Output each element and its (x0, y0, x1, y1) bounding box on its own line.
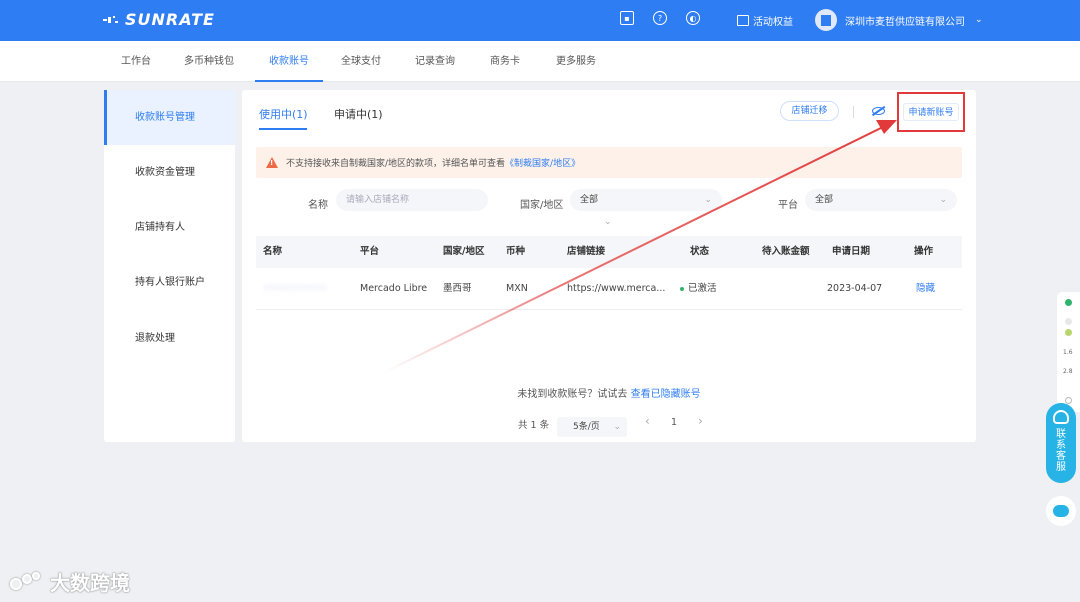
nav-item-workbench[interactable]: 工作台 (121, 41, 151, 82)
nav-item-more-services[interactable]: 更多服务 (556, 41, 596, 82)
cell-shop-link: https://www.merca... (567, 283, 666, 294)
hide-account-button[interactable]: 隐藏 (916, 268, 935, 310)
pagination-total: 共 1 条 (518, 420, 550, 431)
view-hidden-accounts-link[interactable]: 查看已隐藏账号 (631, 389, 701, 400)
company-building-icon (815, 9, 837, 31)
tab-underline (259, 128, 307, 130)
platform-filter-label: 平台 (778, 200, 798, 211)
column-header: 平台 (360, 246, 380, 257)
company-name: 深圳市麦哲供应链有限公司 (845, 16, 965, 28)
empty-hint-text: 未找到收款账号？试试去 (517, 389, 628, 400)
chevron-down-icon: ⌄ (975, 15, 983, 25)
logo-mark-icon (103, 13, 121, 27)
sidebar-item-fund-management[interactable]: 收款资金管理 (104, 145, 235, 200)
warning-icon (266, 157, 278, 168)
top-bar: SUNRATE ▪ ? ◐ 活动权益 深圳市麦哲供应链有限公司 ⌄ (0, 0, 1080, 41)
cell-platform: Mercado Libre (360, 283, 428, 294)
main-panel: 使用中(1) 申请中(1) 店铺迁移 申请新账号 不支持接收来自制裁国家/地区的… (242, 90, 976, 442)
empty-hint: 未找到收款账号？试试去 查看已隐藏账号 (242, 385, 976, 400)
shop-name-input[interactable]: 请输入店铺名称 (336, 189, 488, 211)
column-header: 国家/地区 (443, 246, 485, 257)
platform-select[interactable]: 全部 ⌄ (805, 189, 957, 211)
column-header: 待入账金额 (762, 246, 810, 257)
headset-icon (1053, 410, 1069, 424)
chat-button[interactable] (1046, 496, 1076, 526)
activity-button[interactable]: 活动权益 (737, 13, 793, 28)
sidebar-item-holder-bank-account[interactable]: 持有人银行账户 (104, 255, 235, 310)
column-header: 店铺链接 (567, 246, 606, 257)
country-select-value: 全部 (580, 195, 599, 205)
nav-item-receiving-account[interactable]: 收款账号 (255, 41, 323, 82)
help-icon[interactable]: ? (653, 11, 667, 25)
globe-icon[interactable]: ◐ (686, 11, 700, 25)
sidebar: 收款账号管理 收款资金管理 店铺持有人 持有人银行账户 退款处理 (104, 90, 235, 442)
status-text: 已激活 (688, 283, 717, 294)
chevron-down-icon: ⌄ (613, 422, 621, 432)
page-number-button[interactable]: 1 (671, 417, 677, 428)
apply-new-account-button[interactable]: 申请新账号 (903, 103, 959, 121)
sidebar-item-refund[interactable]: 退款处理 (104, 311, 235, 366)
stat-value: 2.8 (1063, 368, 1073, 375)
eye-hidden-icon[interactable] (872, 107, 885, 115)
expand-filters-icon[interactable]: ⌄ (604, 217, 612, 227)
prev-page-button[interactable]: ‹ (645, 414, 650, 428)
watermark-logo-icon (8, 571, 46, 592)
main-nav: 工作台 多币种钱包 收款账号 全球支付 记录查询 商务卡 更多服务 (0, 41, 1080, 82)
logo-text: SUNRATE (125, 10, 215, 29)
contact-support-label: 联系客服 (1056, 429, 1066, 473)
column-header: 操作 (914, 246, 934, 257)
nav-item-global-payment[interactable]: 全球支付 (341, 41, 381, 82)
divider (853, 106, 854, 118)
watermark: 大数跨境 (8, 567, 130, 596)
nav-item-business-card[interactable]: 商务卡 (490, 41, 520, 82)
table-row: ····················· Mercado Libre 墨西哥 … (256, 268, 962, 310)
stat-value: 1.6 (1063, 349, 1073, 356)
tab-applying[interactable]: 申请中(1) (334, 106, 383, 122)
next-page-button[interactable]: › (698, 414, 703, 428)
table-header: 名称 平台 国家/地区 币种 店铺链接 状态 待入账金额 申请日期 操作 (256, 236, 962, 268)
status-grey-icon (1065, 318, 1072, 325)
nav-item-wallet[interactable]: 多币种钱包 (184, 41, 234, 82)
chat-bubble-icon (1053, 505, 1069, 517)
sidebar-item-account-management[interactable]: 收款账号管理 (104, 90, 235, 145)
chevron-down-icon: ⌄ (939, 195, 947, 205)
apply-button-highlight: 申请新账号 (897, 92, 965, 132)
cell-country: 墨西哥 (443, 283, 472, 294)
floating-toolbar: 1.6 2.8 (1057, 292, 1080, 412)
cell-currency: MXN (506, 283, 528, 294)
status-green-icon (1065, 299, 1072, 306)
activity-label: 活动权益 (753, 17, 793, 28)
column-header: 申请日期 (832, 246, 871, 257)
company-switcher[interactable]: 深圳市麦哲供应链有限公司 ⌄ (815, 9, 983, 31)
sanction-list-link[interactable]: 《制裁国家/地区》 (505, 156, 580, 169)
tab-in-use[interactable]: 使用中(1) (259, 106, 308, 122)
column-header: 状态 (690, 246, 710, 257)
chevron-down-icon: ⌄ (704, 195, 712, 205)
watermark-text: 大数跨境 (50, 571, 130, 595)
page-size-value: 5条/页 (573, 422, 600, 432)
column-header: 币种 (506, 246, 526, 257)
column-header: 名称 (263, 246, 283, 257)
country-filter-label: 国家/地区 (520, 200, 564, 211)
logo[interactable]: SUNRATE (103, 10, 215, 29)
status-dot (680, 286, 684, 291)
country-select[interactable]: 全部 ⌄ (570, 189, 722, 211)
platform-select-value: 全部 (815, 195, 834, 205)
calendar-icon[interactable]: ▪ (620, 11, 634, 25)
header-icons: ▪ ? ◐ (620, 11, 700, 25)
sidebar-item-shop-holder[interactable]: 店铺持有人 (104, 200, 235, 255)
shop-migrate-button[interactable]: 店铺迁移 (780, 101, 839, 121)
contact-support-button[interactable]: 联系客服 (1046, 403, 1076, 483)
sanction-warning: 不支持接收来自制裁国家/地区的款项，详细名单可查看 《制裁国家/地区》 (256, 147, 962, 178)
status-lime-icon (1065, 329, 1072, 336)
nav-item-records[interactable]: 记录查询 (415, 41, 455, 82)
warning-text: 不支持接收来自制裁国家/地区的款项，详细名单可查看 (286, 159, 506, 169)
page-size-select[interactable]: 5条/页 ⌄ (557, 417, 627, 437)
gift-icon (737, 15, 749, 26)
cell-status: 已激活 (680, 268, 717, 310)
name-filter-label: 名称 (308, 200, 328, 211)
cell-apply-date: 2023-04-07 (827, 283, 883, 294)
cell-name: ····················· (263, 283, 327, 294)
